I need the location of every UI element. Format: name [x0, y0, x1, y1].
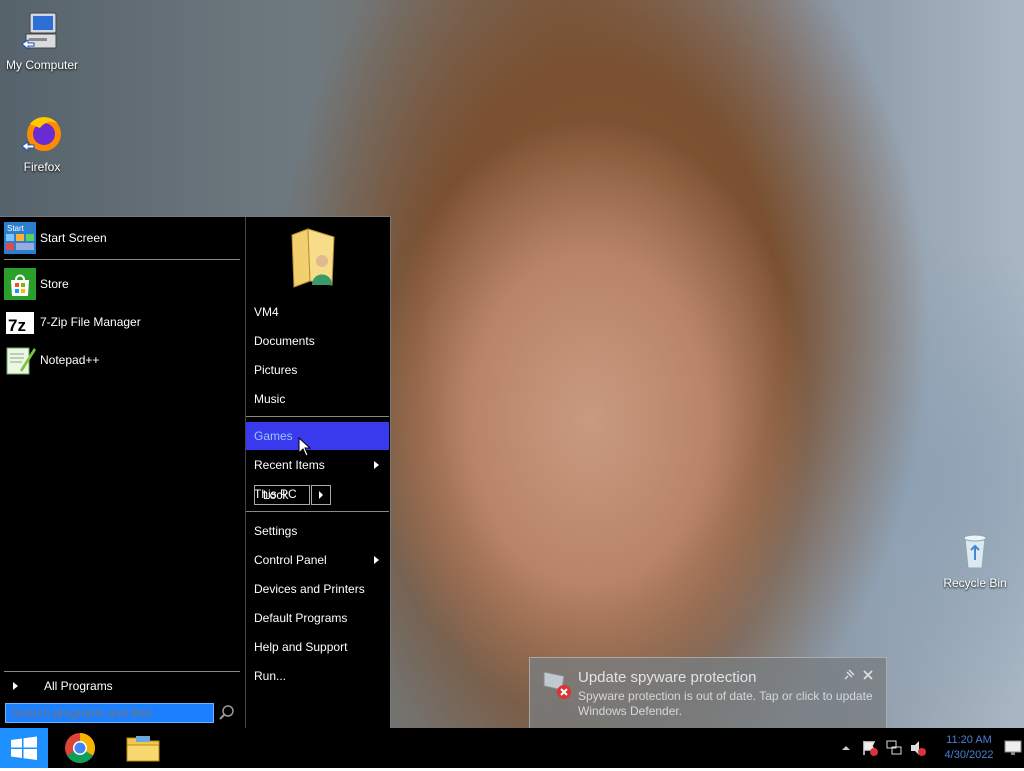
7zip-icon: 7z [4, 306, 36, 338]
places-item-label: Recent Items [254, 458, 325, 472]
start-menu-programs-pane: Start Start Screen Store 7z 7-Zip File M… [0, 217, 242, 729]
store-icon [4, 268, 36, 300]
recycle-bin-icon [953, 528, 997, 572]
pinned-start-screen[interactable]: Start Start Screen [4, 221, 240, 255]
places-item-label: Games [254, 429, 293, 443]
power-options-button[interactable] [311, 485, 331, 505]
pinned-label: Store [40, 277, 69, 291]
pinned-store[interactable]: Store [4, 267, 240, 301]
chevron-right-icon [319, 491, 323, 499]
chrome-icon [65, 733, 96, 764]
places-item-pictures[interactable]: Pictures [246, 356, 389, 384]
places-item-label: Settings [254, 524, 298, 538]
start-screen-icon: Start [4, 222, 36, 254]
desktop-icon-recycle-bin[interactable]: Recycle Bin [933, 528, 1017, 590]
divider [246, 416, 389, 417]
notification-title: Update spyware protection [578, 669, 757, 686]
places-item-label: Devices and Printers [254, 582, 365, 596]
divider [246, 511, 389, 512]
pinned-label: 7-Zip File Manager [40, 315, 141, 329]
folder-icon [126, 736, 160, 762]
places-item-label: Music [254, 392, 286, 406]
computer-icon [20, 10, 64, 54]
pinned-notepad-plus-plus[interactable]: Notepad++ [4, 343, 240, 377]
places-item-documents[interactable]: Documents [246, 327, 389, 355]
pin-icon[interactable] [842, 668, 856, 682]
desktop-icon-my-computer[interactable]: My Computer [0, 10, 84, 72]
all-programs-button[interactable]: All Programs [4, 669, 240, 703]
network-icon[interactable] [885, 739, 903, 757]
places-item-label: Run... [254, 669, 287, 683]
clock-date: 4/30/2022 [944, 749, 994, 761]
places-item-devices-and-printers[interactable]: Devices and Printers [246, 575, 389, 603]
lock-button[interactable]: Lock [254, 485, 310, 505]
submenu-arrow-icon [374, 461, 379, 469]
clock-time: 11:20 AM [946, 734, 992, 746]
places-item-label: Control Panel [254, 553, 327, 567]
submenu-arrow-icon [374, 556, 379, 564]
7zip-icon-tag: 7z [8, 316, 26, 335]
notepad-plus-plus-icon [4, 344, 36, 376]
show-desktop-monitor-icon[interactable] [1004, 740, 1022, 756]
pinned-label: Start Screen [40, 231, 107, 245]
pinned-label: Notepad++ [40, 353, 100, 367]
places-item-recent-items[interactable]: Recent Items [246, 451, 389, 479]
places-item-control-panel[interactable]: Control Panel [246, 546, 389, 574]
places-item-label: Pictures [254, 363, 298, 377]
all-programs-label: All Programs [44, 679, 113, 693]
windows-logo-icon [11, 736, 37, 760]
places-item-label: Documents [254, 334, 315, 348]
notification-toast[interactable]: Update spyware protection Spyware protec… [529, 657, 887, 729]
volume-muted-icon[interactable] [909, 739, 927, 757]
places-item-help-and-support[interactable]: Help and Support [246, 633, 389, 661]
places-item-settings[interactable]: Settings [246, 517, 389, 545]
divider [4, 259, 240, 260]
notification-body: Spyware protection is out of date. Tap o… [578, 689, 873, 718]
show-hidden-icons-chevron-up-icon[interactable] [840, 742, 852, 754]
desktop-icon-firefox[interactable]: Firefox [0, 112, 84, 174]
places-item-default-programs[interactable]: Default Programs [246, 604, 389, 632]
start-screen-icon-tag: Start [7, 224, 25, 233]
lock-button-label: Lock [263, 488, 289, 502]
places-item-label: Help and Support [254, 640, 348, 654]
places-item-games[interactable]: Games [246, 422, 389, 450]
system-clock[interactable]: 11:20 AM 4/30/2022 [936, 733, 1002, 763]
chevron-right-icon [4, 670, 40, 702]
defender-flag-icon [540, 668, 574, 702]
places-item-vm4[interactable]: VM4 [246, 298, 389, 326]
places-list: VM4 Documents Pictures Music Games Recen… [246, 216, 390, 728]
pinned-7zip[interactable]: 7z 7-Zip File Manager [4, 305, 240, 339]
action-center-flag-icon[interactable] [861, 739, 879, 757]
desktop-icon-label: Recycle Bin [943, 576, 1007, 590]
places-item-music[interactable]: Music [246, 385, 389, 413]
start-button[interactable] [0, 728, 48, 768]
taskbar: 11:20 AM 4/30/2022 [0, 728, 1024, 768]
places-item-run[interactable]: Run... [246, 662, 389, 690]
desktop-icon-label: My Computer [5, 58, 79, 72]
close-icon[interactable] [861, 668, 875, 682]
firefox-icon [20, 112, 64, 156]
mouse-cursor-icon [298, 436, 312, 457]
search-input[interactable] [5, 703, 214, 723]
places-item-label: VM4 [254, 305, 279, 319]
taskbar-chrome[interactable] [62, 731, 98, 765]
taskbar-file-explorer[interactable] [124, 732, 162, 764]
search-icon[interactable] [217, 703, 237, 723]
places-item-label: Default Programs [254, 611, 348, 625]
desktop-icon-label: Firefox [23, 160, 61, 174]
